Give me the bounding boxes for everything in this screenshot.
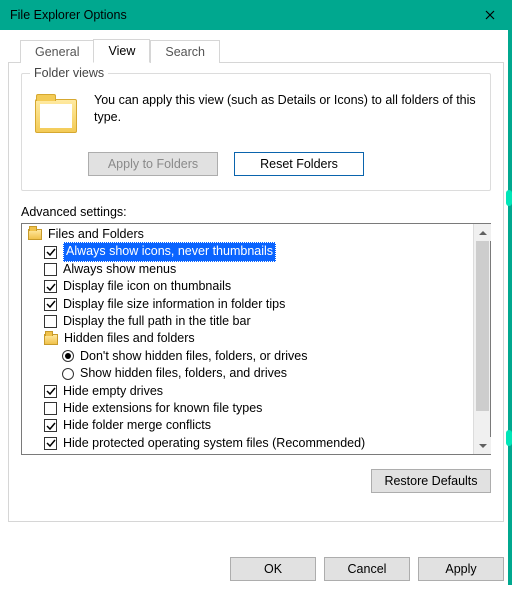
- restore-defaults-button[interactable]: Restore Defaults: [371, 469, 491, 493]
- folder-views-group: Folder views You can apply this view (su…: [21, 73, 491, 191]
- folder-icon: [28, 229, 42, 240]
- close-button[interactable]: [467, 0, 512, 30]
- tree-label: Always show menus: [63, 261, 176, 278]
- checkbox-icon[interactable]: [44, 263, 57, 276]
- checkbox-icon[interactable]: [44, 280, 57, 293]
- ok-button[interactable]: OK: [230, 557, 316, 581]
- dialog-footer: OK Cancel Apply: [8, 557, 504, 581]
- apply-to-folders-button: Apply to Folders: [88, 152, 218, 176]
- checkbox-icon[interactable]: [44, 437, 57, 450]
- tree-item-always-menus[interactable]: Always show menus: [26, 261, 473, 278]
- tree-label: Files and Folders: [48, 226, 144, 243]
- tree-item-file-size-tips[interactable]: Display file size information in folder …: [26, 296, 473, 313]
- checkbox-icon[interactable]: [44, 402, 57, 415]
- reset-folders-button[interactable]: Reset Folders: [234, 152, 364, 176]
- tree-group-files-folders: Files and Folders: [26, 226, 473, 243]
- tree-item-always-icons[interactable]: Always show icons, never thumbnails: [26, 243, 473, 260]
- apply-button[interactable]: Apply: [418, 557, 504, 581]
- scroll-thumb[interactable]: [476, 241, 489, 411]
- folder-icon: [35, 99, 77, 133]
- scrollbar[interactable]: [473, 224, 490, 454]
- tree-label: Hide extensions for known file types: [63, 400, 262, 417]
- checkbox-icon[interactable]: [44, 419, 57, 432]
- scroll-up-button[interactable]: [474, 224, 491, 241]
- tab-general[interactable]: General: [20, 40, 93, 63]
- tree-item-hide-merge-conflicts[interactable]: Hide folder merge conflicts: [26, 417, 473, 434]
- scroll-down-button[interactable]: [474, 437, 491, 454]
- tree-group-hidden-files: Hidden files and folders: [26, 330, 473, 347]
- tree-item-hide-extensions[interactable]: Hide extensions for known file types: [26, 400, 473, 417]
- advanced-settings-tree[interactable]: Files and Folders Always show icons, nev…: [22, 224, 473, 454]
- chevron-down-icon: [479, 442, 487, 450]
- window-title: File Explorer Options: [10, 8, 127, 22]
- radio-icon[interactable]: [62, 368, 74, 380]
- checkbox-icon[interactable]: [44, 298, 57, 311]
- accent-strip: [508, 30, 512, 585]
- tab-panel-view: Folder views You can apply this view (su…: [8, 62, 504, 522]
- tree-item-hide-protected-os-files[interactable]: Hide protected operating system files (R…: [26, 435, 473, 452]
- advanced-settings-label: Advanced settings:: [21, 205, 491, 219]
- folder-views-icon: [32, 92, 80, 140]
- tree-label: Display file size information in folder …: [63, 296, 285, 313]
- checkbox-icon[interactable]: [44, 385, 57, 398]
- folder-views-label: Folder views: [30, 66, 108, 80]
- accent-dot: [506, 430, 512, 446]
- advanced-settings-box: Files and Folders Always show icons, nev…: [21, 223, 491, 455]
- checkbox-icon[interactable]: [44, 246, 57, 259]
- tree-label: Don't show hidden files, folders, or dri…: [80, 348, 308, 365]
- checkbox-icon[interactable]: [44, 315, 57, 328]
- tree-label: Hidden files and folders: [64, 330, 195, 347]
- chevron-up-icon: [479, 229, 487, 237]
- tree-radio-dont-show-hidden[interactable]: Don't show hidden files, folders, or dri…: [26, 348, 473, 365]
- tree-label: Hide folder merge conflicts: [63, 417, 211, 434]
- accent-dot: [506, 190, 512, 206]
- cancel-button[interactable]: Cancel: [324, 557, 410, 581]
- titlebar: File Explorer Options: [0, 0, 512, 30]
- tree-item-file-icon-thumbnails[interactable]: Display file icon on thumbnails: [26, 278, 473, 295]
- tree-label: Hide empty drives: [63, 383, 163, 400]
- tab-search[interactable]: Search: [150, 40, 220, 63]
- radio-icon[interactable]: [62, 350, 74, 362]
- tree-item-hide-empty-drives[interactable]: Hide empty drives: [26, 383, 473, 400]
- close-icon: [485, 10, 495, 20]
- dialog-content: General View Search Folder views You can…: [0, 38, 512, 593]
- tab-view[interactable]: View: [93, 39, 150, 63]
- tree-label: Always show icons, never thumbnails: [63, 242, 276, 261]
- tree-item-full-path-titlebar[interactable]: Display the full path in the title bar: [26, 313, 473, 330]
- tree-label: Display file icon on thumbnails: [63, 278, 231, 295]
- tree-label: Hide protected operating system files (R…: [63, 435, 365, 452]
- tree-label: Show hidden files, folders, and drives: [80, 365, 287, 382]
- tabstrip: General View Search: [8, 38, 504, 62]
- tree-label: Display the full path in the title bar: [63, 313, 251, 330]
- tree-radio-show-hidden[interactable]: Show hidden files, folders, and drives: [26, 365, 473, 382]
- folder-icon: [44, 334, 58, 345]
- folder-views-text: You can apply this view (such as Details…: [94, 92, 480, 140]
